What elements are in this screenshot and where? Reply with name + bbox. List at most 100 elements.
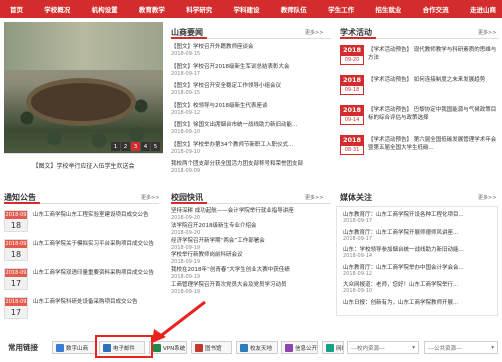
- nav-item[interactable]: 学科建设: [233, 4, 259, 14]
- media-item-title[interactable]: 山东教育厅：山东工商学院举办中国会计学会会...: [343, 263, 464, 271]
- digital-campus-link[interactable]: 数字山商: [52, 341, 96, 354]
- date-badge: 2018-09 17: [4, 297, 28, 319]
- media-item-title[interactable]: 大众网报道：老师，您好！山东工商学院举行...: [343, 280, 458, 288]
- list-item[interactable]: 工商管理学院召开首次党员大会及党员学习动员 2018-09-19: [171, 280, 287, 295]
- academic-item[interactable]: 2018 09-20 【学术活动预告】 现代教师教学与科研素质的思维与方法: [340, 45, 498, 71]
- academic-item[interactable]: 2018 09-14 【学术活动预告】 巴黎协定中我国能源与气候政策目标的综合评估与…: [340, 105, 498, 131]
- list-item[interactable]: 坚持深耕 成功起航——会计学院举行就业指导讲座 2018-09-20: [171, 206, 294, 221]
- list-item-title[interactable]: 学校举行新教师岗前科研会议: [171, 250, 243, 258]
- media-more-link[interactable]: 更多>>: [478, 194, 496, 201]
- list-item-title[interactable]: 【图文】学校召开安全稳定工作领导小组会议: [171, 81, 281, 89]
- links-bar: 常用链接 数字山商电子邮件VPN系统图书馆校友天地信息公开网络教校 ---校内资…: [0, 332, 502, 362]
- academic-item[interactable]: 2018 08-31 【学术活动预告】 第六届全国低碳发展管理学术年会暨第五届全国大…: [340, 135, 498, 161]
- notices-divider: [4, 202, 159, 204]
- media-item-date: 2018-09-10: [343, 288, 373, 294]
- info-icon: [285, 343, 293, 352]
- nav-item[interactable]: 教师队伍: [281, 4, 307, 14]
- date-badge: 2018 09-14: [340, 105, 364, 125]
- academic-item[interactable]: 2018 09-18 【学术活动预告】 如何连接制度之未来发展趋势: [340, 75, 498, 101]
- list-item-title[interactable]: 坚持深耕 成功起航——会计学院举行就业指导讲座: [171, 206, 294, 214]
- online-teaching-link[interactable]: 网络教校: [322, 341, 344, 354]
- notices-more-link[interactable]: 更多>>: [141, 194, 159, 201]
- media-item[interactable]: 山东教育厅：山东工商学院举办中国会计学会会... 2018-09-12: [343, 263, 464, 277]
- list-item[interactable]: 经济学院召开新学期“两会”工作部署会 2018-09-19: [171, 236, 265, 251]
- campus-resources-select[interactable]: ---校内资源--- ▾: [347, 341, 419, 354]
- date-day: 18: [10, 221, 22, 230]
- list-item[interactable]: 【图文】学校举办第34个教师节新职工入职仪式... 2018-09-10: [171, 140, 293, 155]
- list-item[interactable]: 学校举行新教师岗前科研会议 2018-09-19: [171, 250, 243, 265]
- slide-page-button[interactable]: 2: [121, 142, 130, 151]
- list-item-title[interactable]: 经济学院召开新学期“两会”工作部署会: [171, 236, 265, 244]
- list-item[interactable]: 法学院召开2018级新生专业介绍会 2018-09-20: [171, 221, 257, 236]
- list-item[interactable]: 我校两个团支部分获全国活力团支部称号和荣誉团支部 2018-09-09: [171, 159, 303, 174]
- media-item[interactable]: 山东日报：创新有为，山东工商学院教师开展...: [343, 298, 458, 306]
- media-item-date: 2018-09-12: [343, 270, 373, 277]
- media-item[interactable]: 山东教育厅：山东工商学院开展师德师风讲座... 2018-09-17: [343, 228, 458, 242]
- list-item[interactable]: 【图文】校领导与2018级新生代表座谈 2018-09-12: [171, 101, 268, 116]
- nav-item[interactable]: 合作交流: [423, 4, 449, 14]
- media-item[interactable]: 山东教育厅：山东工商学院开设各种工程化项目... 2018-09-17: [343, 210, 464, 224]
- list-item-date: 2018-09-15: [171, 90, 201, 96]
- nav-item[interactable]: 首页: [10, 4, 23, 14]
- nav-item[interactable]: 走进山商: [470, 4, 496, 14]
- media-item-title[interactable]: 山东日报：创新有为，山东工商学院教师开展...: [343, 298, 458, 306]
- notice-item[interactable]: 2018-09 18 山东工商学院关于模拟实习平台采购项目成交公告: [4, 239, 159, 263]
- academic-item-title[interactable]: 【学术活动预告】 如何连接制度之未来发展趋势: [368, 76, 498, 84]
- list-item[interactable]: 我校在2018年“创青春”大学生创业大赛中获佳绩 2018-09-19: [171, 265, 290, 280]
- list-item[interactable]: 【图文】学校召开2018级新生军训总结表彰大会 2018-09-17: [171, 62, 290, 77]
- notice-item-title[interactable]: 山东工商学院双语印量重要资料采购项目成交公告: [33, 269, 158, 277]
- list-item-title[interactable]: 【图文】学校召开2018级新生军训总结表彰大会: [171, 62, 290, 70]
- list-item[interactable]: 【图文】学校召开安全稳定工作领导小组会议 2018-09-15: [171, 81, 281, 96]
- slide-page-button[interactable]: 1: [111, 142, 120, 151]
- date-yearmonth: 2018-09: [5, 240, 27, 248]
- list-item-title[interactable]: 【图文】校领导与2018级新生代表座谈: [171, 101, 268, 109]
- news-slideshow[interactable]: 12345 【图文】学校举行应征入伍学生欢送会: [4, 22, 163, 177]
- list-item-date: 2018-09-17: [171, 70, 201, 77]
- list-item-title[interactable]: 我校在2018年“创青春”大学生创业大赛中获佳绩: [171, 265, 290, 273]
- list-item-date: 2018-09-19: [171, 289, 201, 295]
- list-item-date: 2018-09-10: [171, 148, 201, 155]
- list-item-title[interactable]: 法学院召开2018级新生专业介绍会: [171, 221, 257, 229]
- notice-item[interactable]: 2018-09 17 山东工商学院双语印量重要资料采购项目成交公告: [4, 268, 159, 292]
- notice-item[interactable]: 2018-09 17 山东工商学院科研处设备采购项目成交公告: [4, 297, 159, 321]
- list-item[interactable]: 【图文】学校召开外籍教师座谈会 2018-09-15: [171, 42, 254, 57]
- slide-page-button[interactable]: 4: [141, 142, 150, 151]
- academic-more-link[interactable]: 更多>>: [478, 29, 496, 36]
- nav-item[interactable]: 学校概况: [44, 4, 70, 14]
- nav-item[interactable]: 教育教学: [139, 4, 165, 14]
- nav-item[interactable]: 机构设置: [92, 4, 118, 14]
- list-item-title[interactable]: 【图文】徐国文出席烟台市统一战线助力新旧动能...: [171, 120, 297, 128]
- media-item[interactable]: 山东：学校领导参加烟台统一战线助力新旧动能... 2018-09-14: [343, 245, 464, 259]
- nav-item[interactable]: 学生工作: [328, 4, 354, 14]
- alumni-link[interactable]: 校友天地: [236, 341, 278, 354]
- notice-item[interactable]: 2018-09 18 山东工商学院山东工程实验室建设项目成交公告: [4, 210, 159, 234]
- notice-item-title[interactable]: 山东工商学院科研处设备采购项目成交公告: [33, 298, 158, 306]
- list-item[interactable]: 【图文】徐国文出席烟台市统一战线助力新旧动能... 2018-09-10: [171, 120, 297, 135]
- public-resources-select[interactable]: ---公共资源--- ▾: [424, 341, 498, 354]
- link-label: 网络教校: [336, 345, 343, 352]
- media-item-title[interactable]: 山东：学校领导参加烟台统一战线助力新旧动能...: [343, 245, 464, 253]
- media-item-title[interactable]: 山东教育厅：山东工商学院开设各种工程化项目...: [343, 210, 464, 218]
- list-item-title[interactable]: 【图文】学校举办第34个教师节新职工入职仪式...: [171, 140, 293, 148]
- info-disclosure-link[interactable]: 信息公开: [281, 341, 318, 354]
- date-monthday: 09-14: [340, 116, 364, 125]
- list-item-date: 2018-09-12: [171, 109, 201, 116]
- notice-item-title[interactable]: 山东工商学院山东工程实验室建设项目成交公告: [33, 211, 158, 219]
- academic-item-title[interactable]: 【学术活动预告】 现代教师教学与科研素质的思维与方法: [368, 46, 498, 62]
- nav-item[interactable]: 科学研究: [186, 4, 212, 14]
- list-item-title[interactable]: 工商管理学院召开首次党员大会及党员学习动员: [171, 280, 287, 288]
- nav-item[interactable]: 招生就业: [375, 4, 401, 14]
- academic-item-title[interactable]: 【学术活动预告】 第六届全国低碳发展管理学术年会暨第五届全国大学生低碳...: [368, 136, 498, 152]
- academic-item-title[interactable]: 【学术活动预告】 巴黎协定中我国能源与气候政策目标的综合评估与政策选择: [368, 106, 498, 122]
- notice-item-title[interactable]: 山东工商学院关于模拟实习平台采购项目成交公告: [33, 240, 158, 248]
- slide-page-button[interactable]: 3: [131, 142, 140, 151]
- date-yearmonth: 2018-09: [5, 211, 27, 219]
- news-more-link[interactable]: 更多>>: [305, 29, 323, 36]
- list-item-title[interactable]: 【图文】学校召开外籍教师座谈会: [171, 42, 254, 50]
- media-item-title[interactable]: 山东教育厅：山东工商学院开展师德师风讲座...: [343, 228, 458, 236]
- media-item[interactable]: 大众网报道：老师，您好！山东工商学院举行... 2018-09-10: [343, 280, 458, 294]
- campus-more-link[interactable]: 更多>>: [305, 194, 323, 201]
- slide-caption[interactable]: 【图文】学校举行应征入伍学生欢送会: [4, 153, 163, 177]
- slide-page-button[interactable]: 5: [151, 142, 160, 151]
- list-item-title[interactable]: 我校两个团支部分获全国活力团支部称号和荣誉团支部: [171, 159, 303, 167]
